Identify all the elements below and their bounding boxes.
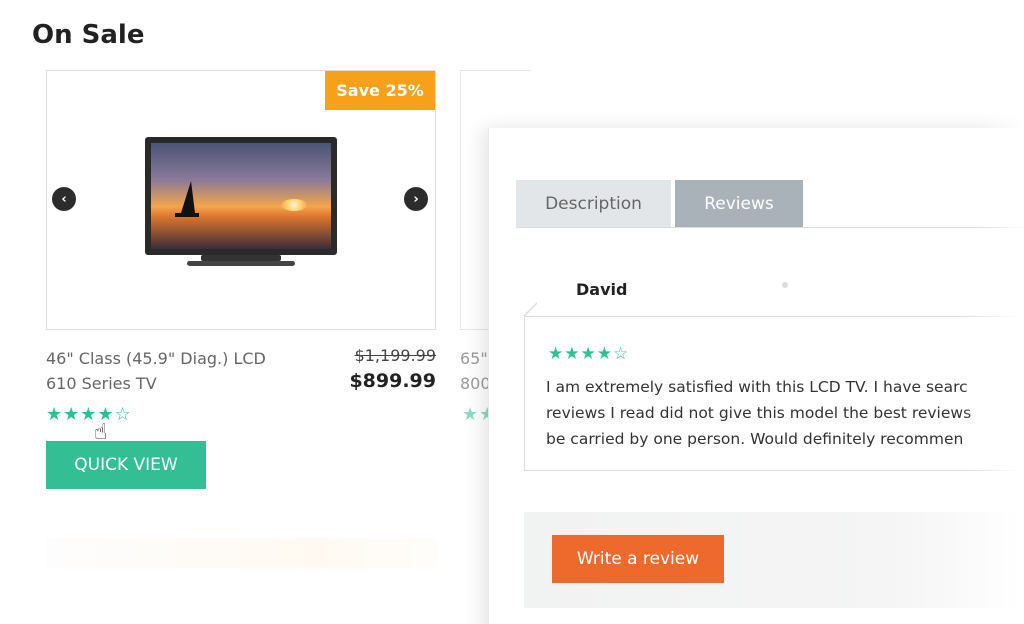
tab-description[interactable]: Description <box>516 180 671 228</box>
sun-glow <box>281 199 307 211</box>
faded-next-row <box>46 538 436 568</box>
speech-notch-inner <box>525 304 537 316</box>
review-author: David <box>576 280 628 299</box>
rating-stars-secondary: ★★ <box>462 404 490 425</box>
review-text-line: be carried by one person. Would definite… <box>546 430 964 448</box>
review-panel: Description Reviews David ★★★★☆ I am ext… <box>488 128 1024 624</box>
tv-base <box>187 261 295 266</box>
product-name-line1: 46" Class (45.9" Diag.) LCD <box>46 349 266 368</box>
write-review-button[interactable]: Write a review <box>552 535 724 583</box>
section-title: On Sale <box>32 20 145 50</box>
product-card[interactable]: Save 25% <box>46 70 436 330</box>
sailboat-hull <box>175 213 199 217</box>
chevron-left-icon: ‹ <box>61 191 67 207</box>
carousel-prev-button[interactable]: ‹ <box>52 187 76 211</box>
quick-view-button[interactable]: QUICK VIEW <box>46 441 206 489</box>
product-image[interactable] <box>145 137 337 267</box>
edge-fade <box>980 0 1024 624</box>
tab-divider <box>516 227 1024 228</box>
review-text-line: I am extremely satisfied with this LCD T… <box>546 378 968 396</box>
save-badge: Save 25% <box>325 71 435 110</box>
price-original: $1,199.99 <box>354 346 436 365</box>
carousel-next-button[interactable]: › <box>404 187 428 211</box>
sailboat-sail <box>181 181 195 213</box>
tab-reviews[interactable]: Reviews <box>675 180 803 228</box>
sunset-sailboat-image <box>151 143 331 249</box>
product-name-line2: 610 Series TV <box>46 374 157 393</box>
rating-stars[interactable]: ★★★★☆ <box>46 404 132 425</box>
chevron-right-icon: › <box>413 191 419 207</box>
review-rating-stars: ★★★★☆ <box>548 344 630 364</box>
tv-screen <box>145 137 337 255</box>
product-page: On Sale 65" 800 ★★ Save 25% ‹ › 46" Clas… <box>0 0 1024 624</box>
decorative-dot <box>782 282 788 288</box>
review-text-line: reviews I read did not give this model t… <box>546 404 972 422</box>
price-sale: $899.99 <box>349 370 436 392</box>
product-name-link[interactable]: 46" Class (45.9" Diag.) LCD 610 Series T… <box>46 346 306 396</box>
review-text: I am extremely satisfied with this LCD T… <box>546 374 1016 452</box>
